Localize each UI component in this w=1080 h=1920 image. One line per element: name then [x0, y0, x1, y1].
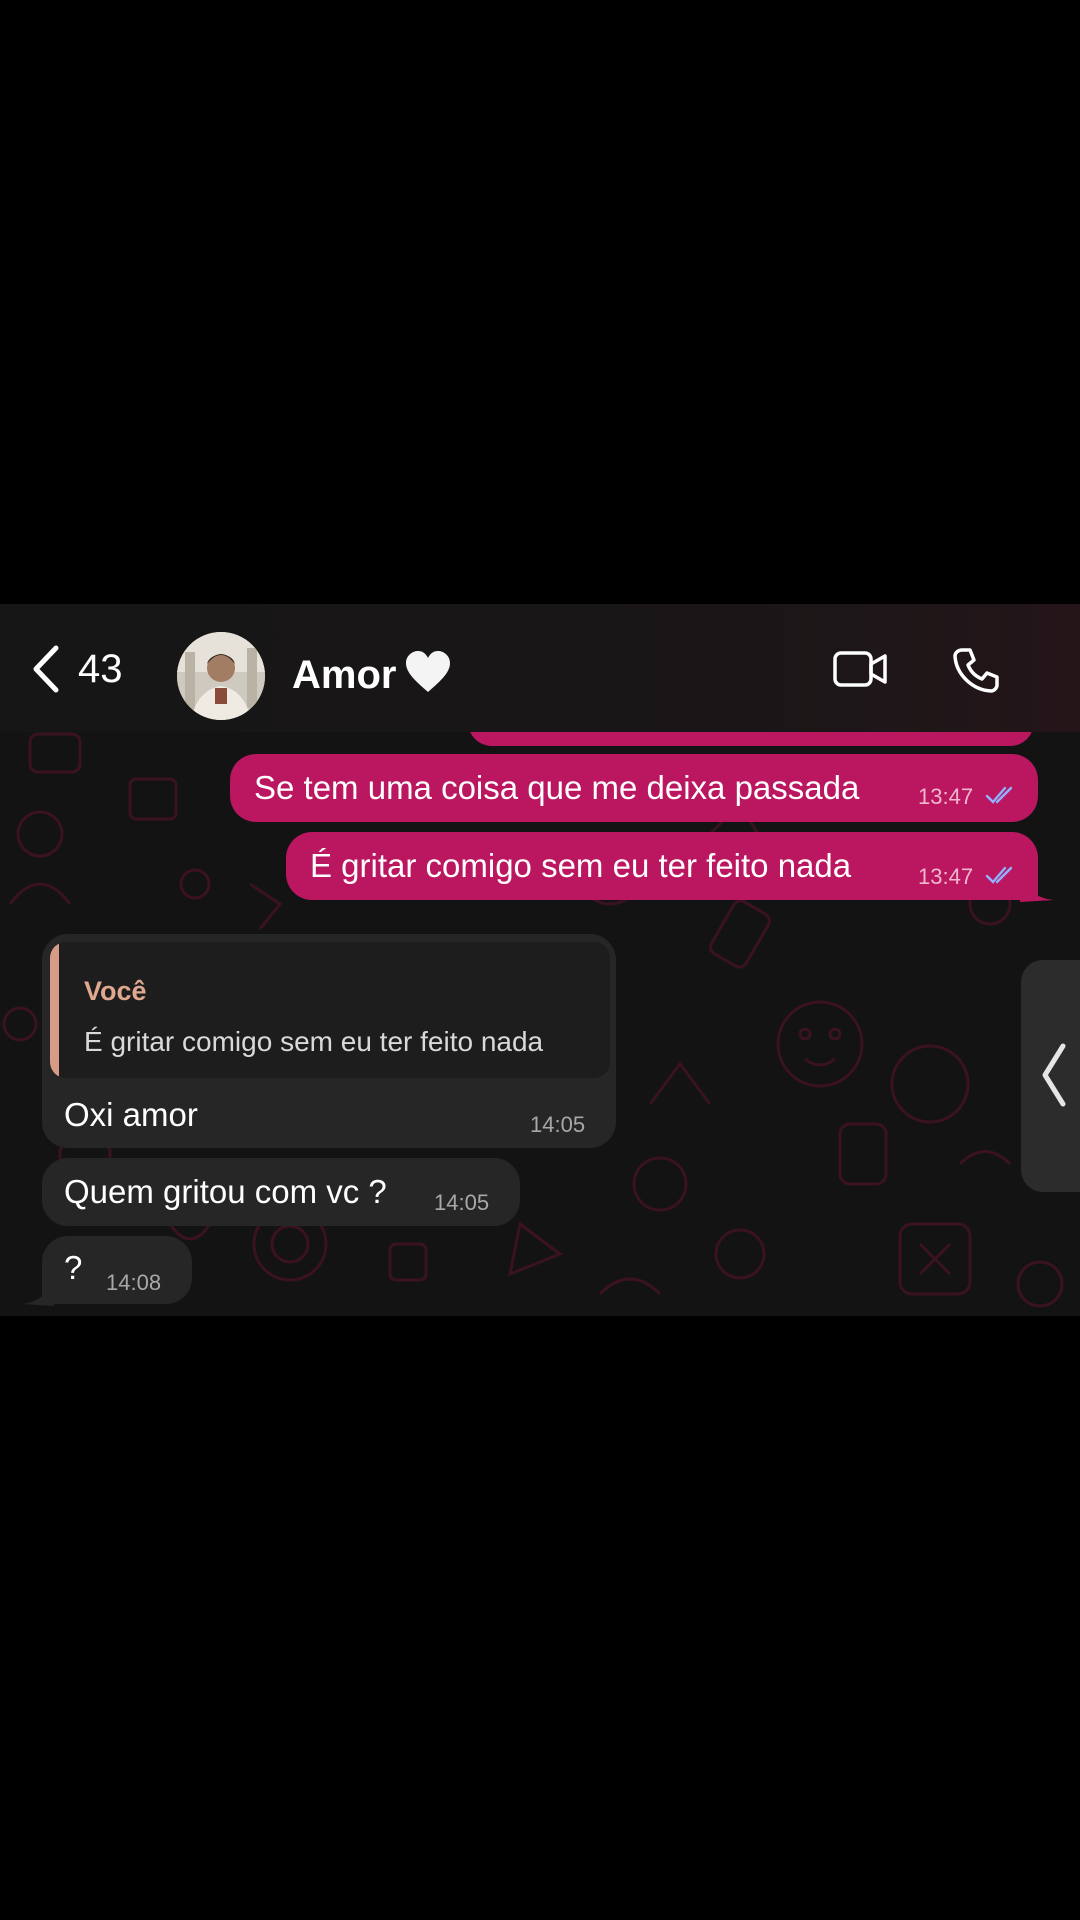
- message-time: 14:08: [106, 1270, 162, 1295]
- double-check-icon: [985, 786, 1013, 804]
- side-panel-handle[interactable]: [1021, 960, 1080, 1192]
- message-text: É gritar comigo sem eu ter feito nada: [310, 847, 852, 884]
- quoted-message[interactable]: Você É gritar comigo sem eu ter feito na…: [50, 942, 610, 1078]
- quote-accent-bar: [50, 942, 59, 1078]
- bubble-tail: [22, 1280, 54, 1306]
- message-bubble[interactable]: ? 14:08: [42, 1236, 192, 1304]
- message-bubble[interactable]: Quem gritou com vc ? 14:05: [42, 1158, 520, 1226]
- double-check-icon: [985, 866, 1013, 884]
- quote-text: É gritar comigo sem eu ter feito nada: [84, 1026, 544, 1057]
- contact-name[interactable]: Amor: [292, 650, 452, 698]
- chevron-left-handle-icon: [1042, 1043, 1066, 1107]
- back-button[interactable]: 43: [28, 644, 148, 694]
- message-time: 14:05: [530, 1112, 586, 1137]
- quote-author: Você: [84, 976, 147, 1006]
- chat-screen: 43 Amor Se tem uma coisa que me deixa pa…: [0, 604, 1080, 1316]
- message-time: 13:47: [918, 864, 974, 889]
- white-heart-icon: [406, 651, 451, 692]
- avatar[interactable]: [177, 632, 265, 720]
- contact-name-text: Amor: [292, 653, 397, 697]
- chat-header: 43 Amor: [0, 604, 1080, 732]
- message-text: Se tem uma coisa que me deixa passada: [254, 769, 860, 806]
- message-time: 14:05: [434, 1190, 490, 1215]
- phone-icon[interactable]: [952, 646, 1000, 694]
- message-time: 13:47: [918, 784, 974, 809]
- bubble-tail: [1020, 876, 1054, 902]
- message-text: ?: [64, 1249, 83, 1286]
- message-bubble-reply[interactable]: Você É gritar comigo sem eu ter feito na…: [42, 934, 616, 1148]
- message-bubble[interactable]: É gritar comigo sem eu ter feito nada 13…: [286, 832, 1038, 900]
- chevron-left-icon: [33, 645, 59, 693]
- message-text: Oxi amor: [64, 1096, 198, 1133]
- message-bubble[interactable]: Se tem uma coisa que me deixa passada 13…: [230, 754, 1038, 822]
- unread-count: 43: [78, 646, 123, 691]
- message-text: Quem gritou com vc ?: [64, 1173, 387, 1210]
- video-camera-icon[interactable]: [832, 648, 888, 690]
